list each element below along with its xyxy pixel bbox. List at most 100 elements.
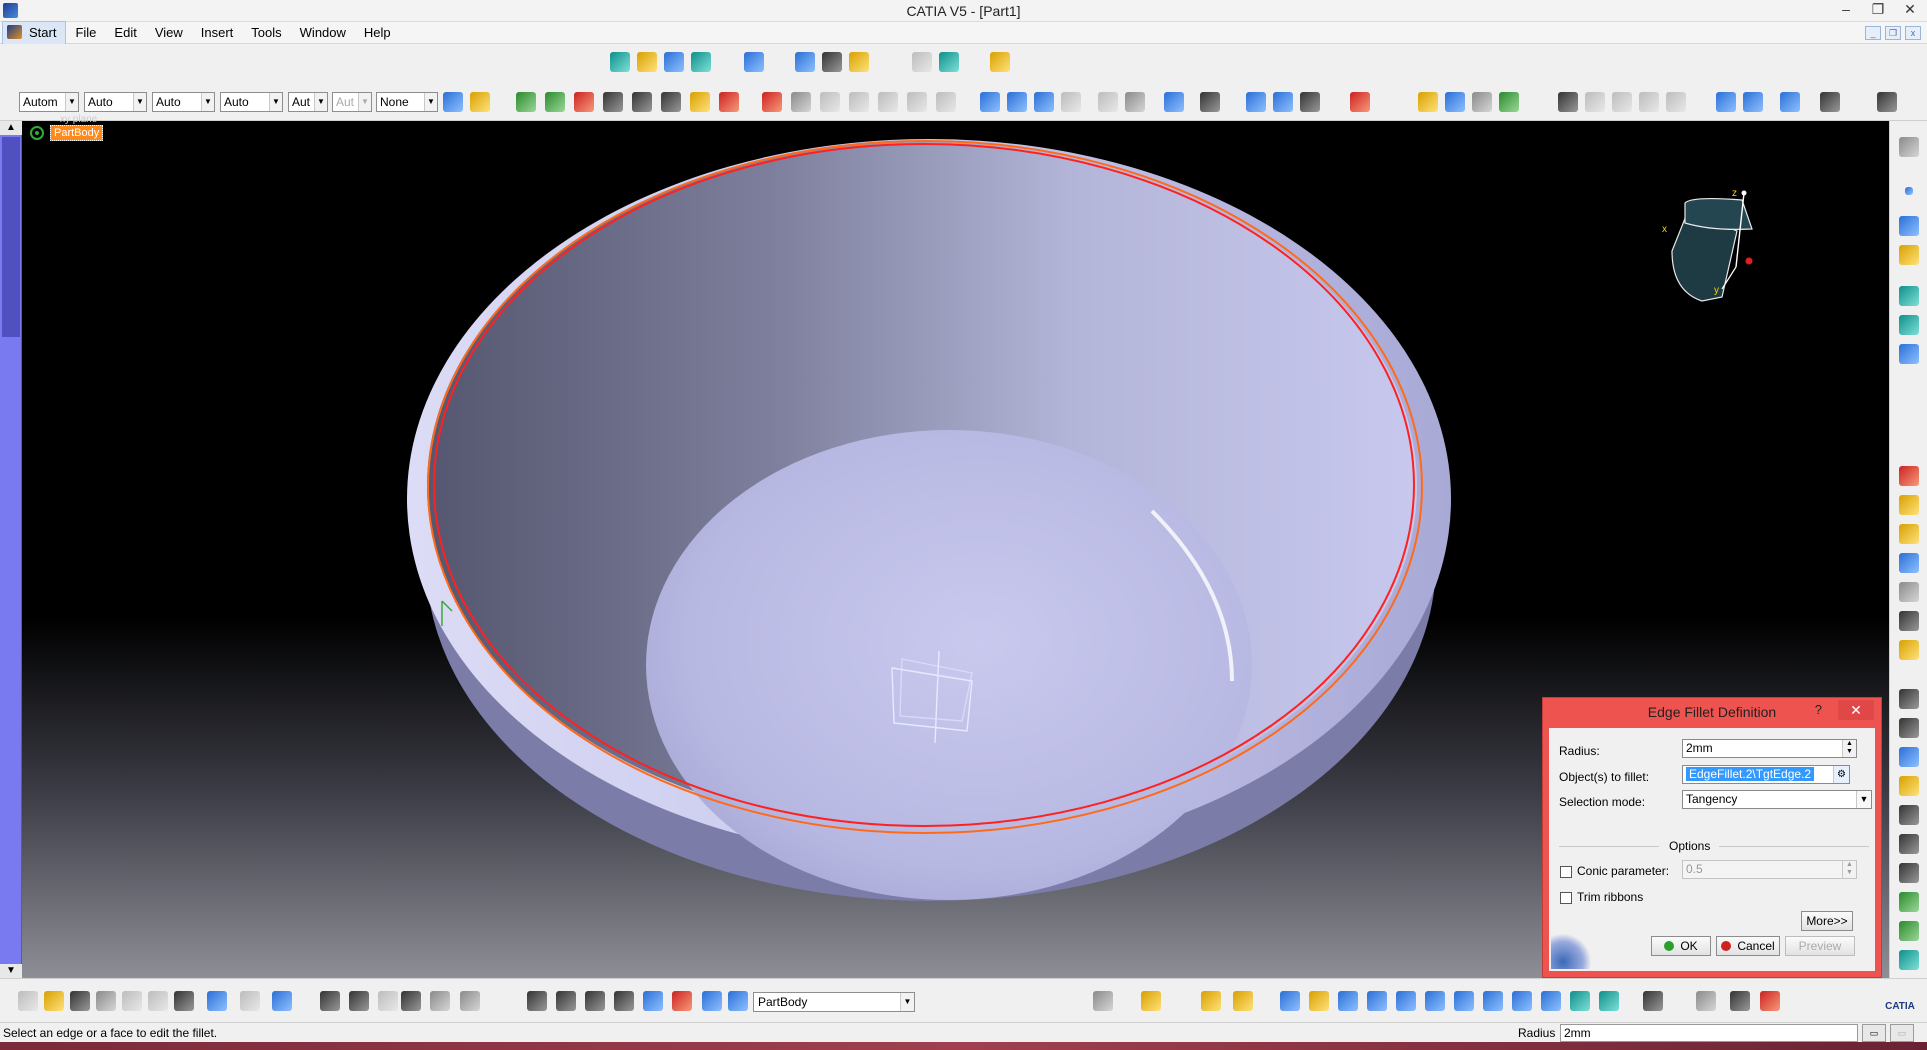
lock-icon[interactable] [430, 991, 450, 1011]
hide-show-icon[interactable] [1570, 991, 1590, 1011]
tree-scrollbar[interactable]: ▲ ▼ [0, 121, 22, 978]
shading-icon[interactable] [1541, 991, 1561, 1011]
faint-7-icon[interactable] [1585, 92, 1605, 112]
capture-icon[interactable] [1643, 991, 1663, 1011]
menu-window[interactable]: Window [291, 22, 355, 44]
analysis-4-icon[interactable] [1499, 92, 1519, 112]
multi-view-bottom-icon[interactable] [1483, 991, 1503, 1011]
layer-combo[interactable]: None ▼ [376, 92, 438, 112]
work-object-combo[interactable]: PartBody ▼ [753, 992, 915, 1012]
dialog-close-button[interactable]: ✕ [1838, 700, 1874, 720]
save-icon[interactable] [70, 991, 90, 1011]
groove-icon[interactable] [1899, 553, 1919, 573]
hand-icon[interactable] [1141, 991, 1161, 1011]
trim-ribbons-checkbox[interactable] [1560, 892, 1572, 904]
zoom-out-icon[interactable] [1425, 991, 1445, 1011]
iso-view-icon[interactable] [1512, 991, 1532, 1011]
analysis-2-icon[interactable] [1445, 92, 1465, 112]
point-symbol-combo[interactable]: Aut ▼ [288, 92, 328, 112]
assembly-icon[interactable] [791, 92, 811, 112]
transparency-combo[interactable]: Auto ▼ [84, 92, 147, 112]
redo-icon[interactable] [240, 991, 260, 1011]
pocket-icon[interactable] [1899, 524, 1919, 544]
conic-parameter-field[interactable]: 0.5 ▲ ▼ [1682, 860, 1857, 879]
lineweight-combo[interactable]: Auto ▼ [220, 92, 283, 112]
print-icon[interactable] [96, 991, 116, 1011]
apply-bottom-icon[interactable] [1233, 991, 1253, 1011]
faint-5-icon[interactable] [936, 92, 956, 112]
menu-view[interactable]: View [146, 22, 192, 44]
multi-view-icon[interactable] [1273, 92, 1293, 112]
status-radius-input[interactable]: 2mm [1560, 1024, 1858, 1042]
new-icon[interactable] [18, 991, 38, 1011]
faint-4-icon[interactable] [907, 92, 927, 112]
book-icon[interactable] [691, 52, 711, 72]
faint-3-icon[interactable] [878, 92, 898, 112]
update-icon[interactable] [744, 52, 764, 72]
objects-list-icon[interactable]: ⚙ [1833, 766, 1849, 783]
copy-icon[interactable] [148, 991, 168, 1011]
open-icon[interactable] [44, 991, 64, 1011]
menu-start[interactable]: Start [2, 21, 67, 45]
mirror-icon[interactable] [690, 92, 710, 112]
restore-button[interactable]: ❐ [1869, 1, 1887, 18]
translate-icon[interactable] [545, 92, 565, 112]
apply-material-icon[interactable] [990, 52, 1010, 72]
tool-2-icon[interactable] [1743, 92, 1763, 112]
whats-this-icon[interactable] [272, 991, 292, 1011]
status-apply-icon[interactable]: ▭ [1862, 1024, 1886, 1042]
formula-icon[interactable] [320, 991, 340, 1011]
eraser-icon[interactable] [664, 52, 684, 72]
faint-2-icon[interactable] [849, 92, 869, 112]
objects-to-fillet-field[interactable]: EdgeFillet.2\TgtEdge.2 ⚙ [1682, 765, 1850, 784]
point-icon[interactable] [980, 92, 1000, 112]
scroll-up-icon[interactable]: ▲ [0, 121, 22, 135]
fly-mode-icon[interactable] [1280, 991, 1300, 1011]
comment-icon[interactable] [349, 991, 369, 1011]
swap-icon[interactable] [1350, 92, 1370, 112]
remove-face-icon[interactable] [1899, 863, 1919, 883]
sketcher-icon[interactable] [610, 52, 630, 72]
menu-file[interactable]: File [66, 22, 105, 44]
layers-bottom-icon[interactable] [1201, 991, 1221, 1011]
faint-1-icon[interactable] [820, 92, 840, 112]
hole-icon[interactable] [1899, 582, 1919, 602]
status-clear-icon[interactable]: ▭ [1890, 1024, 1914, 1042]
cut-icon[interactable] [122, 991, 142, 1011]
doc-minimize-icon[interactable]: _ [1865, 26, 1881, 40]
draft-icon[interactable] [1899, 747, 1919, 767]
knowledge-bottom-icon[interactable] [1760, 991, 1780, 1011]
fly-icon[interactable] [1200, 92, 1220, 112]
bottle-icon[interactable] [849, 52, 869, 72]
color-combo[interactable]: Autom ▼ [19, 92, 79, 112]
menu-edit[interactable]: Edit [105, 22, 145, 44]
axis-icon[interactable] [632, 92, 652, 112]
pad-icon[interactable] [1899, 466, 1919, 486]
axis-system-tool-icon[interactable] [585, 991, 605, 1011]
settings-icon[interactable] [1093, 991, 1113, 1011]
conic-parameter-checkbox[interactable] [1560, 866, 1572, 878]
thick-surface-icon[interactable] [1899, 921, 1919, 941]
thread-icon[interactable] [1899, 834, 1919, 854]
body-icon[interactable] [643, 991, 663, 1011]
rotate-icon[interactable] [574, 92, 594, 112]
layers-icon[interactable] [637, 52, 657, 72]
point-tool-icon[interactable] [1905, 187, 1913, 195]
pan-icon[interactable] [516, 92, 536, 112]
snap-icon[interactable] [661, 92, 681, 112]
faint-10-icon[interactable] [1666, 92, 1686, 112]
binary-icon[interactable] [614, 991, 634, 1011]
manual-update-icon[interactable] [556, 991, 576, 1011]
select-arrow-icon[interactable] [1899, 137, 1919, 157]
cancel-button[interactable]: Cancel [1716, 936, 1780, 956]
query-icon[interactable] [1300, 92, 1320, 112]
edge-fillet-icon[interactable] [1899, 689, 1919, 709]
rib-icon[interactable] [1899, 611, 1919, 631]
doc-close-icon[interactable]: x [1905, 26, 1921, 40]
doc-restore-icon[interactable]: ❐ [1885, 26, 1901, 40]
pattern-icon[interactable] [719, 92, 739, 112]
scroll-down-icon[interactable]: ▼ [0, 964, 22, 978]
tool-1-icon[interactable] [1716, 92, 1736, 112]
dialog-help-icon[interactable]: ? [1815, 702, 1822, 717]
radius-spinner-icon[interactable]: ▲ ▼ [1842, 740, 1856, 757]
